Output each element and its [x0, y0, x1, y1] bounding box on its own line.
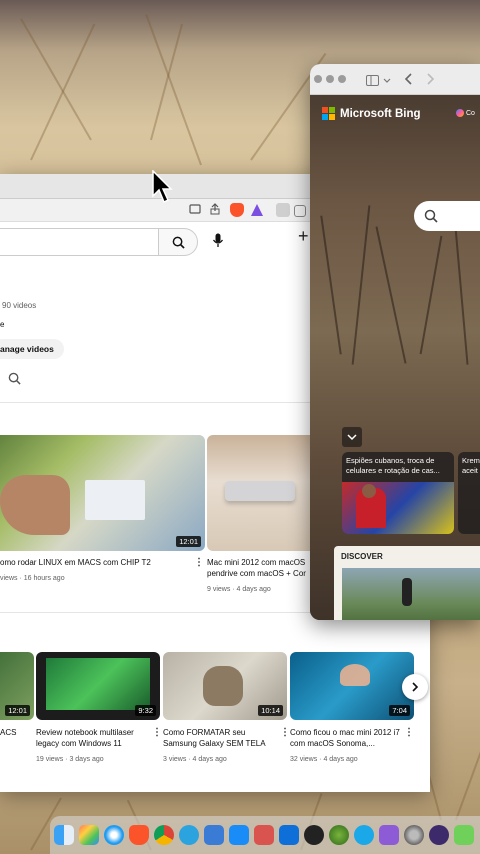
video-thumbnail[interactable] [207, 435, 327, 551]
remote-desktop-icon[interactable] [254, 825, 274, 845]
jellyfish-in-thumbnail [340, 664, 370, 686]
globe-app-icon[interactable] [329, 825, 349, 845]
chevron-right-icon [427, 73, 435, 85]
news-card-image [342, 482, 454, 534]
create-button[interactable]: + [298, 226, 309, 247]
video-thumbnail[interactable]: 10:14 [163, 652, 287, 720]
brave-shield-icon[interactable] [230, 203, 244, 217]
video-duration: 7:04 [389, 705, 410, 716]
sync-app-icon[interactable] [354, 825, 374, 845]
sidebar-icon[interactable] [294, 205, 306, 217]
discover-label: DISCOVER [341, 552, 383, 561]
bing-homepage-background: Microsoft Bing Co Espiões cubanos, troca… [310, 95, 480, 620]
copilot-link[interactable]: Co [456, 109, 475, 117]
video-thumbnail[interactable]: 12:01 [0, 652, 34, 720]
video-meta: 19 views · 3 days ago [36, 756, 104, 763]
chrome-icon[interactable] [154, 825, 174, 845]
channel-video-count: 90 videos [2, 301, 37, 310]
chevron-down-icon[interactable] [383, 72, 391, 90]
screen-window-in-thumbnail [85, 480, 145, 520]
hand-in-thumbnail [0, 475, 70, 535]
video-meta: 9 views · 4 days ago [207, 586, 271, 593]
more-options-icon[interactable]: ⋮ [404, 727, 414, 738]
video-duration: 12:01 [5, 705, 30, 716]
channel-meta-partial: e [0, 320, 5, 329]
discover-card-image[interactable] [342, 568, 480, 620]
telegram-icon[interactable] [179, 825, 199, 845]
app-store-icon[interactable] [229, 825, 249, 845]
search-icon [424, 209, 438, 223]
close-window-button[interactable] [314, 75, 322, 83]
laptop-screen-in-thumbnail [46, 658, 150, 710]
back-button[interactable] [404, 72, 414, 90]
video-duration: 10:14 [258, 705, 283, 716]
brave-rewards-icon[interactable] [250, 203, 264, 217]
window-titlebar[interactable] [310, 64, 480, 95]
video-meta: views · 16 hours ago [0, 575, 65, 582]
macos-dock [50, 816, 480, 854]
safari-icon[interactable] [104, 825, 124, 845]
chevron-right-icon [412, 682, 419, 692]
more-options-icon[interactable]: ⋮ [152, 727, 162, 738]
video-thumbnail[interactable]: 12:01 [0, 435, 205, 551]
qbittorrent-icon[interactable] [204, 825, 224, 845]
bing-search-box[interactable] [414, 201, 480, 231]
chevron-down-icon [347, 434, 357, 441]
video-title[interactable]: Review notebook multilaser legacy com Wi… [36, 728, 154, 749]
safari-browser-window: Microsoft Bing Co Espiões cubanos, troca… [310, 64, 480, 620]
forward-button[interactable] [425, 72, 435, 90]
mac-mini-in-thumbnail [225, 481, 295, 501]
channel-search-button[interactable] [8, 372, 21, 390]
teamviewer-icon[interactable] [279, 825, 299, 845]
obs-icon[interactable] [304, 825, 324, 845]
expand-feed-button[interactable] [342, 427, 362, 447]
next-videos-button[interactable] [402, 674, 428, 700]
folder-app-icon[interactable] [379, 825, 399, 845]
video-title[interactable]: omo rodar LINUX em MACS com CHIP T2 [0, 558, 190, 569]
news-card-title: Espiões cubanos, troca de celulares e ro… [346, 456, 440, 475]
fontforge-icon[interactable] [454, 825, 474, 845]
finder-icon[interactable] [54, 825, 74, 845]
video-thumbnail[interactable]: 7:04 [290, 652, 414, 720]
settings-icon[interactable] [404, 825, 424, 845]
mouse-cursor-icon [152, 169, 174, 209]
voice-search-button[interactable] [204, 226, 232, 254]
chevron-left-icon [404, 73, 412, 85]
video-title[interactable]: Como FORMATAR seu Samsung Galaxy SEM TEL… [163, 728, 275, 749]
search-icon [172, 236, 185, 249]
microphone-icon [212, 233, 224, 247]
video-duration: 12:01 [176, 536, 201, 547]
search-input[interactable] [0, 228, 160, 256]
bing-logo-text: Microsoft Bing [340, 107, 421, 120]
news-card-partial[interactable]: Krem aceit [458, 452, 480, 534]
minimize-window-button[interactable] [326, 75, 334, 83]
screen-record-icon[interactable] [429, 825, 449, 845]
extension-icon[interactable] [276, 203, 290, 217]
discover-section: DISCOVER [334, 546, 480, 620]
search-icon [8, 372, 21, 385]
more-options-icon[interactable]: ⋮ [280, 727, 290, 738]
microsoft-logo-icon [322, 107, 335, 120]
bing-logo[interactable]: Microsoft Bing [322, 107, 421, 120]
video-title[interactable]: ACS [0, 728, 30, 739]
menu-icon[interactable] [188, 203, 202, 217]
cat-in-thumbnail [203, 666, 243, 706]
more-options-icon[interactable]: ⋮ [194, 557, 204, 568]
launchpad-icon[interactable] [79, 825, 99, 845]
video-title[interactable]: Mac mini 2012 com macOS pendrive com mac… [207, 558, 317, 579]
news-card[interactable]: Espiões cubanos, troca de celulares e ro… [342, 452, 454, 534]
search-button[interactable] [158, 228, 198, 256]
video-meta: 3 views · 4 days ago [163, 756, 227, 763]
brave-icon[interactable] [129, 825, 149, 845]
video-duration: 9:32 [135, 705, 156, 716]
share-icon[interactable] [208, 203, 222, 217]
video-meta: 32 views · 4 days ago [290, 756, 358, 763]
sidebar-toggle-icon[interactable] [366, 73, 379, 91]
video-thumbnail[interactable]: 9:32 [36, 652, 160, 720]
zoom-window-button[interactable] [338, 75, 346, 83]
manage-videos-button[interactable]: anage videos [0, 339, 64, 359]
video-title[interactable]: Como ficou o mac mini 2012 i7 com macOS … [290, 728, 402, 749]
copilot-icon [456, 109, 464, 117]
